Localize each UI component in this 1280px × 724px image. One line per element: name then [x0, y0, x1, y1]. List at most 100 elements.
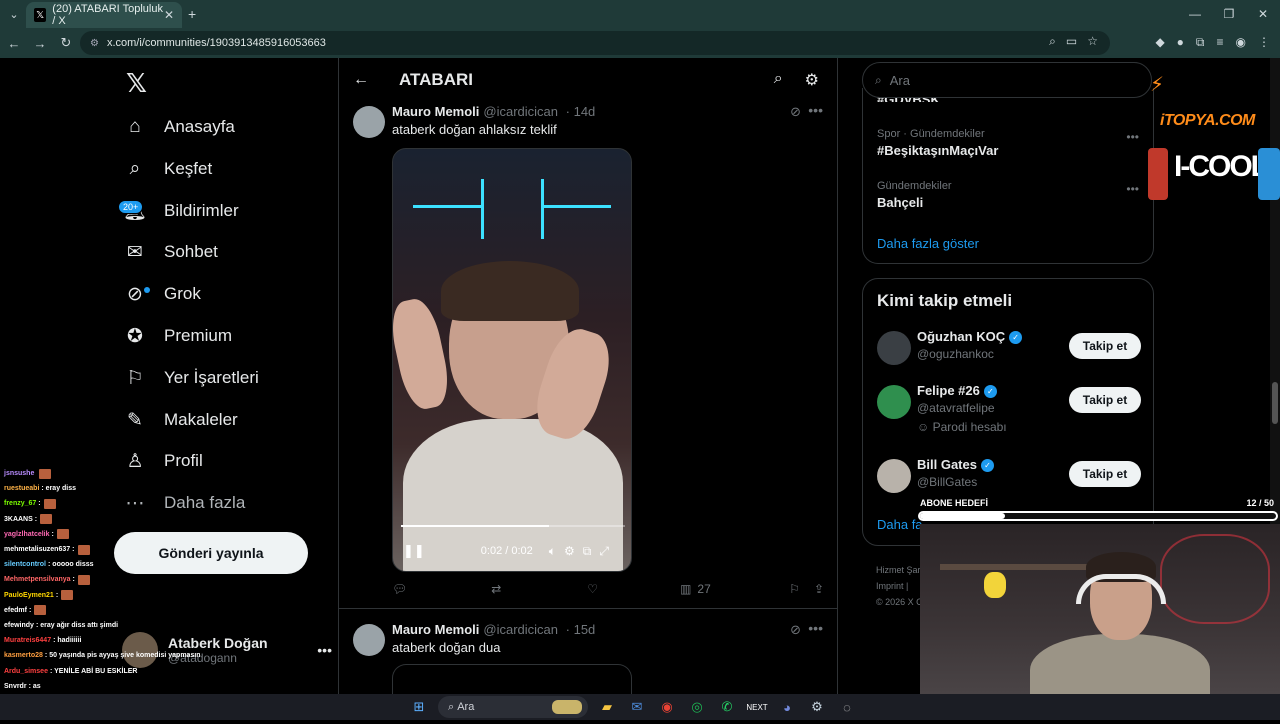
nav-articles[interactable]: ✎ Makaleler [122, 400, 238, 440]
more-dots-icon[interactable]: ••• [1126, 182, 1139, 196]
whatsapp-icon[interactable]: ✆ [716, 696, 738, 718]
more-dots-icon[interactable]: ••• [808, 620, 823, 636]
show-more-link[interactable]: Daha fa [877, 517, 923, 532]
avatar[interactable] [353, 624, 385, 656]
repost-icon[interactable]: ⇄ [491, 582, 501, 596]
back-arrow-icon[interactable]: ← [341, 71, 381, 89]
follow-suggestion[interactable]: Oğuzhan KOÇ ✓ @oguzhankoc Takip et [877, 329, 1141, 373]
obs-icon[interactable]: ◌ [836, 696, 858, 718]
nav-grok[interactable]: ⊘ Grok [122, 274, 201, 314]
url-bar[interactable]: ⚙ x.com/i/communities/190391348591605366… [80, 31, 1110, 55]
site-info-icon[interactable]: ⚙ [90, 38, 99, 49]
post-actions: 💬︎ ⇄ ♡ ▥ 27 ⚐ ⇪ [392, 582, 824, 596]
file-explorer-icon[interactable]: ▰ [596, 696, 618, 718]
like-icon[interactable]: ♡ [587, 582, 598, 596]
mail-app-icon[interactable]: ✉ [626, 696, 648, 718]
post[interactable]: Mauro Memoli @icardicican · 14d ⊘ ••• ata… [339, 102, 837, 608]
star-icon[interactable]: ☆ [1087, 34, 1098, 49]
share-icon[interactable]: ⇪ [814, 582, 824, 596]
grok-icon[interactable]: ⊘ [790, 104, 801, 120]
menu-icon[interactable]: ⋮ [1258, 35, 1270, 50]
follow-suggestion[interactable]: Bill Gates ✓ @BillGates Takip et [877, 457, 1141, 501]
views-count: 27 [697, 582, 711, 596]
window-close-icon[interactable]: ✕ [1246, 0, 1280, 28]
forward-icon[interactable]: → [28, 36, 52, 51]
minimize-icon[interactable]: — [1178, 0, 1212, 28]
nav-notifications[interactable]: 🔔︎20+ Bildirimler [118, 191, 239, 231]
nav-label: Anasayfa [164, 117, 235, 136]
pip-icon[interactable]: ⧉ [583, 544, 592, 559]
settings-icon[interactable]: ⚙ [805, 70, 819, 90]
follow-button[interactable]: Takip et [1069, 461, 1141, 487]
video-player[interactable]: ❚❚ 0:02 / 0:02 🔈︎ ⚙ ⧉ ⤢ [392, 148, 632, 572]
restore-icon[interactable]: ❐ [1212, 0, 1246, 28]
icool-text: I-COOL [1174, 150, 1269, 183]
show-more-link[interactable]: Daha fazla göster [877, 236, 979, 251]
copyright: © 2026 X C [876, 597, 923, 607]
window-controls: — ❐ ✕ [1178, 0, 1280, 28]
spotify-icon[interactable]: ◎ [686, 696, 708, 718]
footer-link[interactable]: Hizmet Şar [876, 562, 923, 578]
chat-username: efewindy [4, 621, 34, 629]
back-icon[interactable]: ← [2, 36, 26, 51]
bookmark-icon[interactable]: ⚐ [789, 582, 800, 596]
tab-close-icon[interactable]: ✕ [164, 8, 174, 22]
x-logo-icon[interactable]: 𝕏 [126, 68, 147, 99]
zoom-icon[interactable]: ⌕ [1049, 34, 1056, 49]
nav-bookmarks[interactable]: ⚐ Yer İşaretleri [122, 358, 258, 398]
video-settings-icon[interactable]: ⚙ [564, 544, 575, 558]
scrollbar-thumb[interactable] [1272, 382, 1278, 424]
video-progress[interactable] [401, 525, 625, 527]
verified-icon: ✓ [980, 459, 994, 473]
footer-link[interactable]: Imprint | [876, 578, 923, 594]
extension-icon[interactable]: ◆ [1155, 35, 1164, 50]
trend-item[interactable]: Spor · Gündemdekiler #BeşiktaşınMaçıVar [877, 128, 998, 158]
puzzle-icon[interactable]: ⧉ [1196, 35, 1205, 50]
nav-explore[interactable]: ⌕ Keşfet [122, 149, 213, 189]
cast-icon[interactable]: ▭ [1066, 34, 1077, 49]
grok-icon: ⊘ [122, 281, 150, 307]
reload-icon[interactable]: ↻ [54, 35, 78, 51]
browser-chrome: ⌄ 𝕏 (20) ATABARI Topluluk / X ✕ + — ❐ ✕ … [0, 0, 1280, 58]
chat-message: efedmf: [0, 603, 200, 618]
nav-messages[interactable]: ✉ Sohbet [122, 232, 218, 272]
post-author[interactable]: Mauro Memoli @icardicican · 14d [392, 104, 595, 119]
windows-start-icon[interactable]: ⊞ [408, 696, 430, 718]
nav-premium[interactable]: ✪ Premium [122, 316, 232, 356]
browser-tab[interactable]: 𝕏 (20) ATABARI Topluluk / X ✕ [26, 2, 182, 28]
tab-search-icon[interactable]: ⌄ [4, 4, 24, 24]
search-placeholder: Ara [889, 72, 910, 88]
post-author[interactable]: Mauro Memoli @icardicican · 15d [392, 622, 595, 637]
follow-button[interactable]: Takip et [1069, 387, 1141, 413]
steam-icon[interactable]: ⚙ [806, 696, 828, 718]
chat-emote-icon [56, 529, 69, 540]
search-input[interactable]: ⌕ Ara [862, 62, 1152, 98]
chat-message: efewindy: eray ağır diss attı şimdi [0, 618, 200, 633]
views[interactable]: ▥ 27 [680, 582, 711, 596]
chat-message: Ardu_simsee: YENİLE ABİ BU ESKİLER [0, 663, 200, 678]
search-icon[interactable]: ⌕ [774, 70, 783, 90]
avatar[interactable] [353, 106, 385, 138]
kick-icon[interactable]: NEXT [746, 696, 768, 718]
follow-button[interactable]: Takip et [1069, 333, 1141, 359]
discord-icon[interactable]: ◕ [776, 696, 798, 718]
more-dots-icon[interactable]: ••• [1126, 130, 1139, 144]
reply-icon[interactable]: 💬︎ [392, 582, 407, 596]
taskbar-search[interactable]: ⌕ Ara [438, 696, 588, 718]
fullscreen-icon[interactable]: ⤢ [599, 544, 609, 559]
goal-bar [918, 511, 1278, 521]
extension-icon[interactable]: ● [1177, 35, 1184, 50]
trend-item[interactable]: Gündemdekiler Bahçeli [877, 180, 952, 210]
avatar-icon[interactable]: ◉ [1236, 35, 1246, 50]
chrome-icon[interactable]: ◉ [656, 696, 678, 718]
chat-message: silentcontrol: ooooo disss [0, 557, 200, 572]
follow-suggestion[interactable]: Felipe #26 ✓ @atavratfelipe ☺ Parodi hesa… [877, 383, 1141, 434]
new-tab-icon[interactable]: + [188, 6, 196, 22]
more-dots-icon[interactable]: ••• [808, 102, 823, 118]
mute-icon[interactable]: 🔈︎ [549, 544, 556, 559]
pause-icon[interactable]: ❚❚ [403, 543, 425, 559]
post[interactable]: Mauro Memoli @icardicican · 15d ⊘ ••• ata… [339, 620, 837, 704]
media-icon[interactable]: ≡ [1217, 35, 1224, 50]
nav-home[interactable]: ⌂ Anasayfa [122, 107, 235, 147]
grok-icon[interactable]: ⊘ [790, 622, 801, 638]
